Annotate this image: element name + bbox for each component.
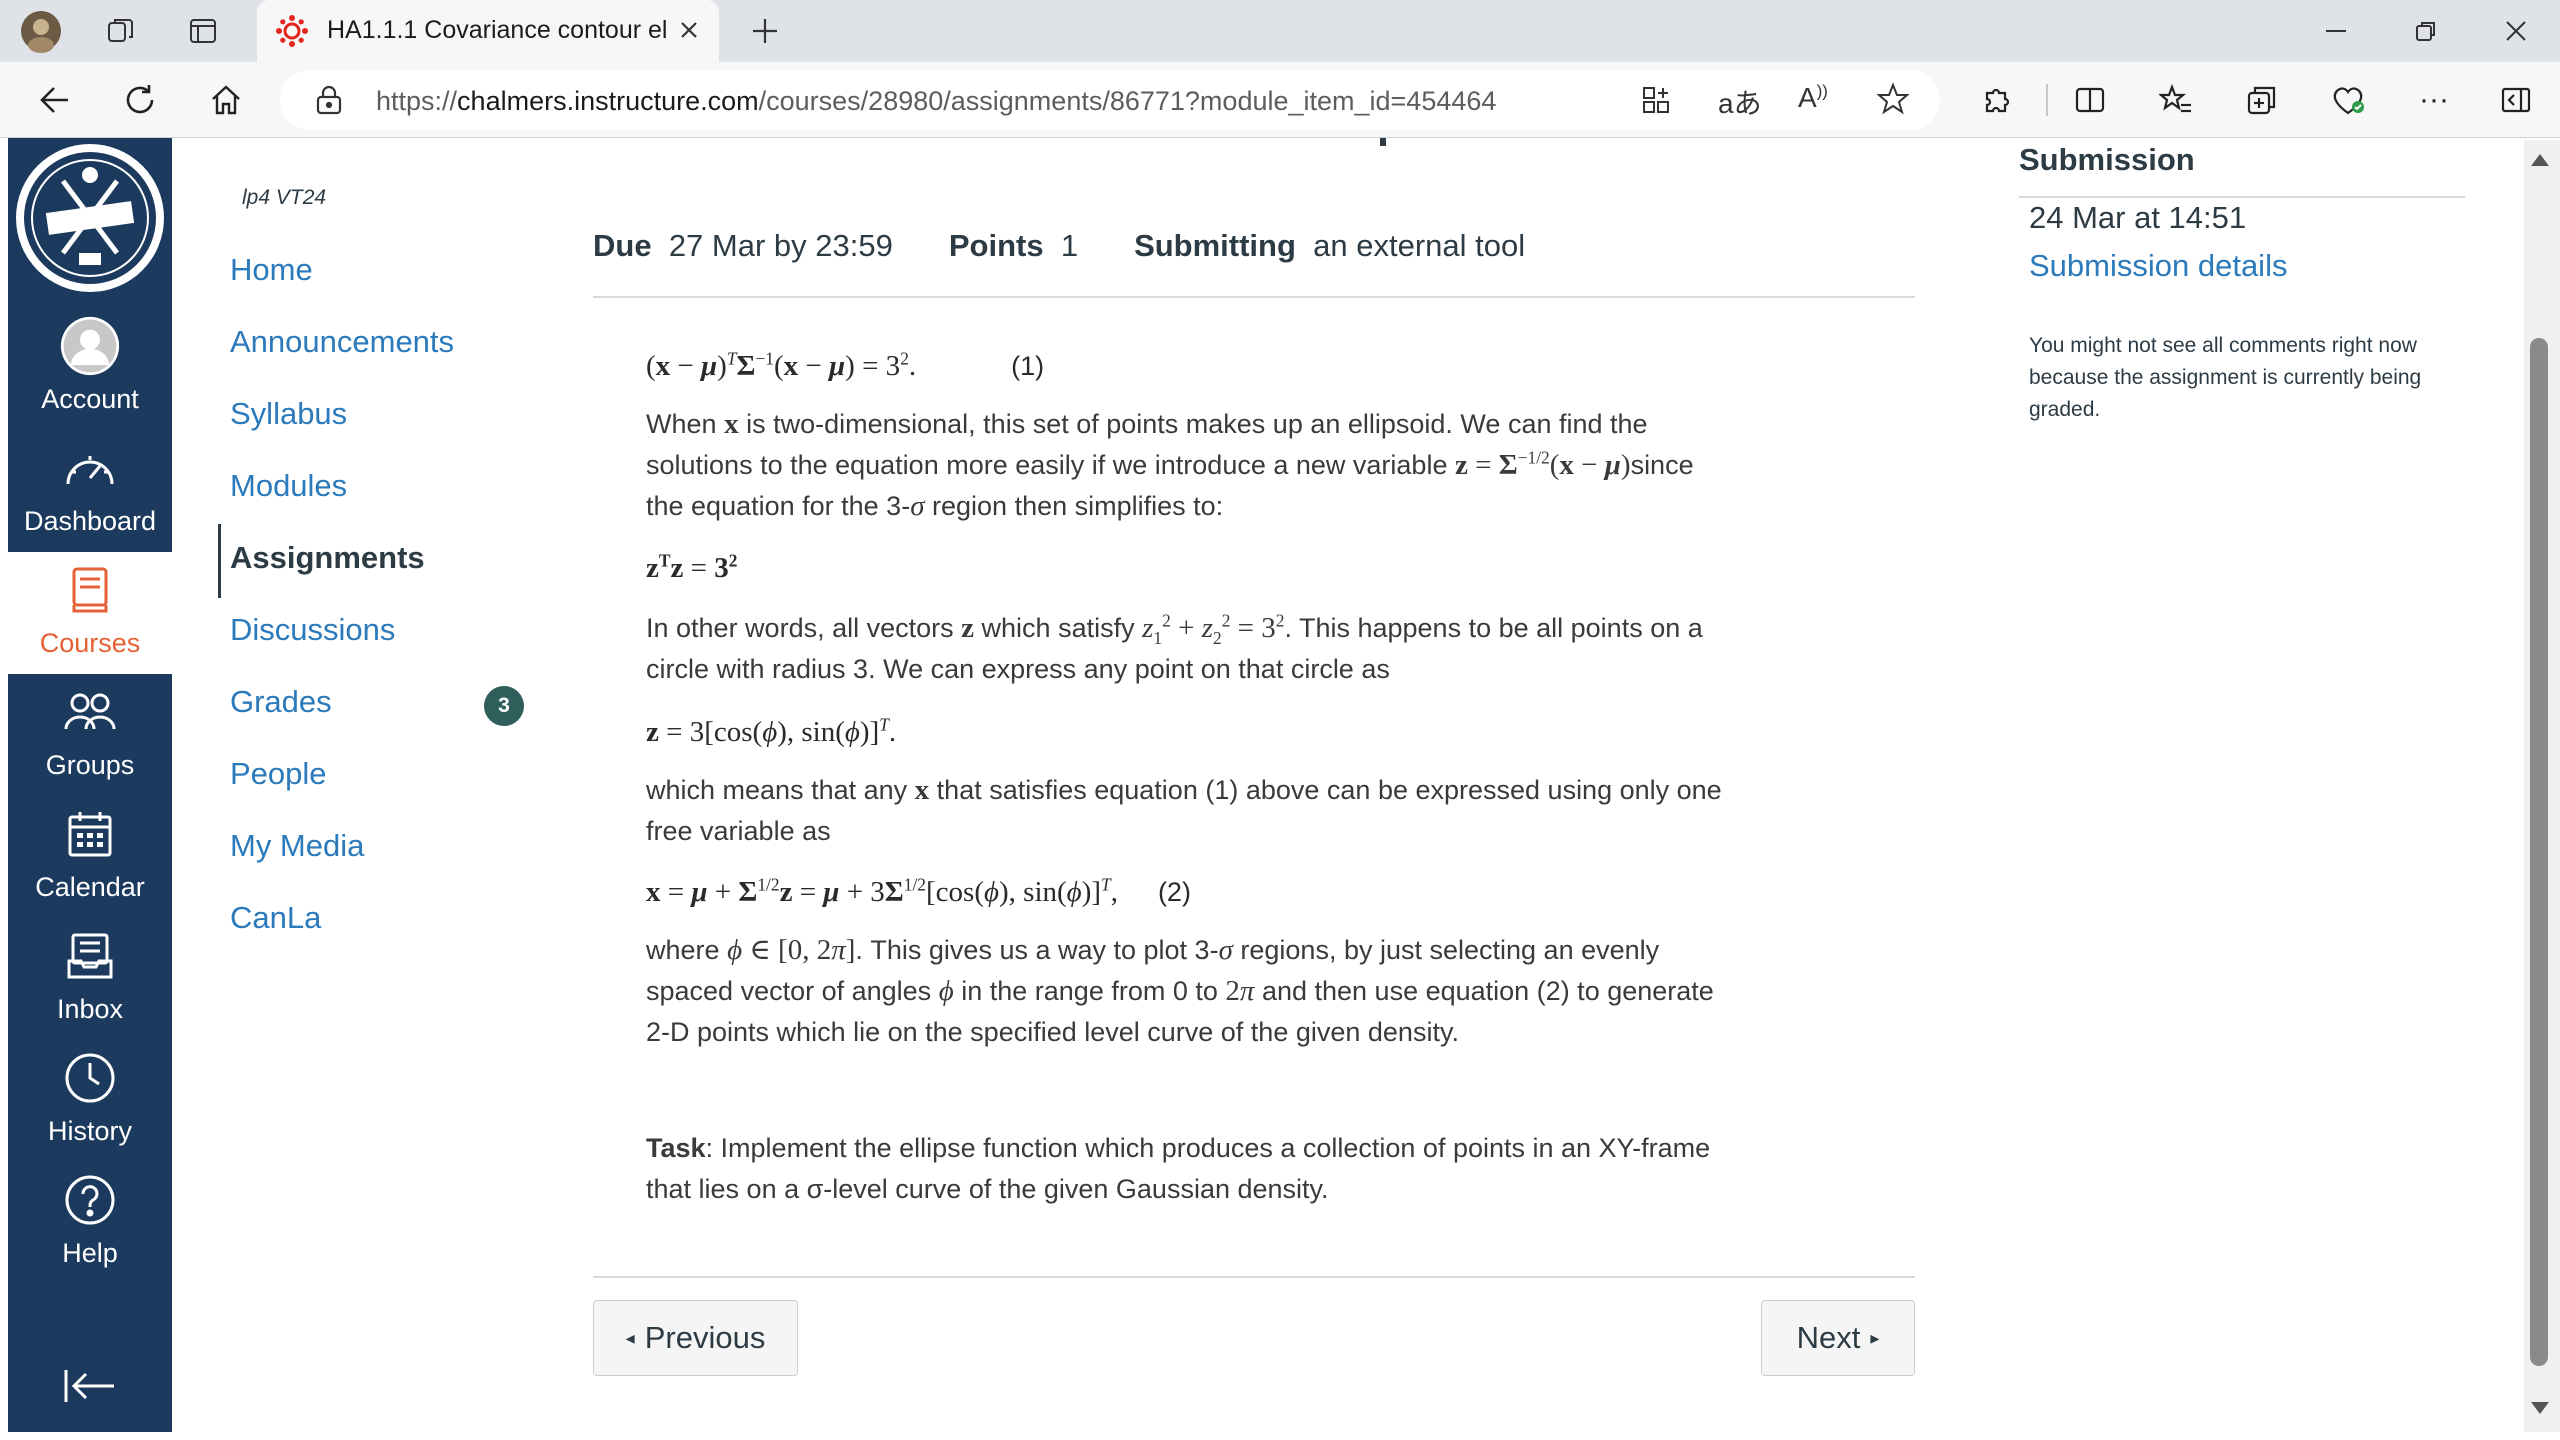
title-remnant <box>1380 138 1386 146</box>
vertical-tabs-icon[interactable] <box>180 8 226 54</box>
address-bar-row: https://chalmers.instructure.com/courses… <box>0 62 2560 138</box>
course-nav-announcements[interactable]: Announcements <box>230 324 454 360</box>
points-value: 1 <box>1060 228 1079 263</box>
account-icon <box>60 316 120 376</box>
global-nav-dashboard[interactable]: Dashboard <box>8 430 172 552</box>
split-screen-icon[interactable] <box>2066 76 2114 124</box>
browser-essentials-icon[interactable] <box>2324 76 2372 124</box>
page-scroll-down-icon[interactable] <box>2530 1400 2550 1421</box>
global-nav-history[interactable]: History <box>8 1040 172 1162</box>
meta-divider-top <box>593 296 1915 298</box>
course-nav-grades[interactable]: Grades <box>230 684 332 720</box>
site-info-lock-icon[interactable] <box>314 84 344 121</box>
favorite-star-icon[interactable] <box>1876 82 1910 121</box>
global-nav-inbox[interactable]: Inbox <box>8 918 172 1040</box>
submission-date: 24 Mar at 14:51 <box>2029 200 2247 235</box>
course-nav-home[interactable]: Home <box>230 252 313 288</box>
page-scrollbar[interactable] <box>2524 140 2560 1432</box>
groups-icon <box>60 682 120 742</box>
global-nav-courses[interactable]: Courses <box>8 552 172 674</box>
due-label: Due <box>593 228 652 263</box>
minimize-icon[interactable] <box>2306 10 2366 52</box>
submitting-value: an external tool <box>1313 228 1526 263</box>
active-tab[interactable]: HA1.1.1 Covariance contour ellip <box>257 0 719 62</box>
more-menu-icon[interactable]: ··· <box>2410 76 2458 124</box>
history-icon <box>60 1048 120 1108</box>
paragraph-2: In other words, all vectors z which sati… <box>646 610 1703 684</box>
browser-tab-bar: HA1.1.1 Covariance contour ellip <box>0 0 2560 62</box>
profile-avatar[interactable] <box>18 8 64 54</box>
equation-2: zTz = 32 <box>646 550 738 584</box>
tab-title: HA1.1.1 Covariance contour ellip <box>327 16 667 44</box>
dashboard-icon <box>60 438 120 498</box>
canvas-favicon-icon <box>275 14 309 53</box>
paragraph-4: where ϕ ∈ [0, 2π]. This gives us a way t… <box>646 934 1714 1047</box>
restore-icon[interactable] <box>2396 10 2456 52</box>
course-nav-people[interactable]: People <box>230 756 327 792</box>
points-label: Points <box>948 228 1044 263</box>
course-nav-modules[interactable]: Modules <box>230 468 347 504</box>
course-nav-syllabus[interactable]: Syllabus <box>230 396 347 432</box>
tab-close-icon[interactable] <box>675 16 703 44</box>
submission-details-link[interactable]: Submission details <box>2029 248 2287 284</box>
submission-title: Submission <box>2019 142 2195 177</box>
page-scroll-thumb[interactable] <box>2530 338 2548 1366</box>
close-window-icon[interactable] <box>2486 10 2546 52</box>
home-icon[interactable] <box>202 76 250 124</box>
course-nav-active-indicator <box>218 524 221 598</box>
footer-divider <box>593 1276 1915 1278</box>
toolbar-divider <box>2046 84 2048 116</box>
translate-icon[interactable]: aあ <box>1718 82 1762 122</box>
url-text: https://chalmers.instructure.com/courses… <box>376 86 1497 116</box>
global-nav-calendar[interactable]: Calendar <box>8 796 172 918</box>
task-paragraph: Task: Implement the ellipse function whi… <box>646 1133 1711 1204</box>
due-value: 27 Mar by 23:59 <box>668 228 893 263</box>
course-term: lp4 VT24 <box>242 186 327 209</box>
refresh-icon[interactable] <box>116 76 164 124</box>
equation-4: x = μ + Σ1/2z = μ + 3Σ1/2[cos(ϕ), sin(ϕ)… <box>646 874 1191 908</box>
equation-1: (x − μ)TΣ−1(x − μ) = 32. (1) <box>646 348 1045 382</box>
paragraph-3: which means that any x that satisfies eq… <box>646 774 1722 846</box>
page-scroll-up-icon[interactable] <box>2530 152 2550 173</box>
back-icon[interactable] <box>30 76 78 124</box>
sidebar-toggle-icon[interactable] <box>2492 76 2540 124</box>
equation-3: z = 3[cos(ϕ), sin(ϕ)]T. <box>646 714 897 748</box>
course-nav-my-media[interactable]: My Media <box>230 828 364 864</box>
chalmers-logo[interactable] <box>8 138 172 298</box>
global-nav-help[interactable]: Help <box>8 1162 172 1284</box>
caret-right-icon: ▸ <box>1870 1327 1880 1348</box>
new-tab-icon[interactable] <box>742 8 788 54</box>
course-nav-canla[interactable]: CanLa <box>230 900 321 936</box>
collections-icon[interactable] <box>2238 76 2286 124</box>
inbox-icon <box>60 926 120 986</box>
extensions-icon[interactable] <box>1972 76 2020 124</box>
course-nav-discussions[interactable]: Discussions <box>230 612 395 648</box>
help-icon <box>60 1170 120 1230</box>
next-button[interactable]: Next ▸ <box>1761 1300 1915 1376</box>
url-field[interactable]: https://chalmers.instructure.com/courses… <box>280 70 1940 130</box>
grades-badge: 3 <box>484 686 524 726</box>
submission-divider <box>2019 196 2465 198</box>
workspaces-icon[interactable] <box>98 8 144 54</box>
global-nav-groups[interactable]: Groups <box>8 674 172 796</box>
collapse-nav-icon[interactable] <box>62 1366 118 1411</box>
read-aloud-icon[interactable]: A)) <box>1798 82 1828 114</box>
global-nav-account[interactable]: Account <box>8 308 172 430</box>
caret-left-icon: ◂ <box>625 1327 635 1348</box>
favorites-icon[interactable] <box>2152 76 2200 124</box>
submitting-label: Submitting <box>1134 228 1296 263</box>
paragraph-1: When x is two-dimensional, this set of p… <box>646 408 1694 522</box>
calendar-icon <box>60 804 120 864</box>
app-available-icon[interactable] <box>1640 84 1672 121</box>
assignment-meta: Due 27 Mar by 23:59 Points 1 Submitting an… <box>593 228 1525 264</box>
global-navigation: Account Dashboard Courses Groups Calenda… <box>8 138 172 1432</box>
grading-note: You might not see all comments right now… <box>2029 334 2422 421</box>
assignment-description: (x − μ)TΣ−1(x − μ) = 32. (1) When x is tw… <box>593 330 1915 1215</box>
courses-icon <box>60 560 120 620</box>
previous-button[interactable]: ◂ Previous <box>593 1300 798 1376</box>
course-nav-assignments[interactable]: Assignments <box>230 540 425 576</box>
